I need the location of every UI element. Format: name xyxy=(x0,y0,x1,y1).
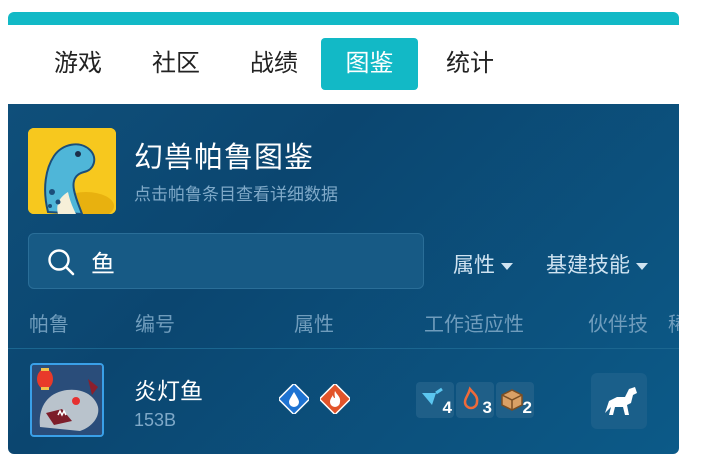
work-level: 2 xyxy=(522,398,532,417)
tab-game[interactable]: 游戏 xyxy=(36,38,120,90)
pal-logo-icon xyxy=(28,128,116,214)
page-subtitle: 点击帕鲁条目查看详细数据 xyxy=(134,185,338,204)
table-row[interactable]: 炎灯鱼 153B 4 3 2 xyxy=(8,354,679,450)
pal-encyclopedia-panel: 幻兽帕鲁图鉴 点击帕鲁条目查看详细数据 鱼 属性 基建技能 帕鲁 编号 属性 工… xyxy=(8,104,679,454)
water-icon xyxy=(279,384,309,414)
partner-skill-button[interactable] xyxy=(591,373,647,429)
tab-pokedex[interactable]: 图鉴 xyxy=(321,38,418,90)
column-header-rarity: 稀 xyxy=(668,314,679,336)
work-suitability-watering: 4 xyxy=(416,382,454,418)
chevron-down-icon xyxy=(501,262,513,270)
base-skill-filter-label: 基建技能 xyxy=(546,254,630,277)
horse-icon xyxy=(605,387,637,415)
base-skill-filter-dropdown[interactable]: 基建技能 xyxy=(546,249,648,279)
pal-number: 153B xyxy=(134,410,177,430)
tab-stats[interactable]: 统计 xyxy=(428,38,512,90)
top-accent-bar xyxy=(8,12,679,25)
attribute-filter-dropdown[interactable]: 属性 xyxy=(453,249,513,279)
work-suitability-transporting: 2 xyxy=(496,382,534,418)
chevron-down-icon xyxy=(636,262,648,270)
header-divider xyxy=(8,348,679,349)
work-level: 3 xyxy=(482,398,492,417)
column-header-partner-skill: 伙伴技 xyxy=(588,314,648,336)
work-suitability-kindling: 3 xyxy=(456,382,494,418)
attribute-filter-label: 属性 xyxy=(453,254,495,277)
tab-community[interactable]: 社区 xyxy=(134,38,218,90)
tab-records[interactable]: 战绩 xyxy=(232,38,316,90)
column-header-number: 编号 xyxy=(135,314,175,336)
search-input[interactable]: 鱼 xyxy=(28,233,424,289)
search-icon xyxy=(48,249,75,276)
main-tabs: 游戏 社区 战绩 图鉴 统计 xyxy=(8,38,679,94)
pal-avatar xyxy=(30,363,104,437)
page-title: 幻兽帕鲁图鉴 xyxy=(134,142,315,174)
column-header-work-suitability: 工作适应性 xyxy=(424,314,524,336)
pal-name: 炎灯鱼 xyxy=(134,378,203,404)
search-value: 鱼 xyxy=(91,251,115,278)
column-header-attribute: 属性 xyxy=(294,314,334,336)
fire-icon xyxy=(320,384,350,414)
column-header-pal: 帕鲁 xyxy=(29,314,69,336)
work-level: 4 xyxy=(442,398,452,417)
